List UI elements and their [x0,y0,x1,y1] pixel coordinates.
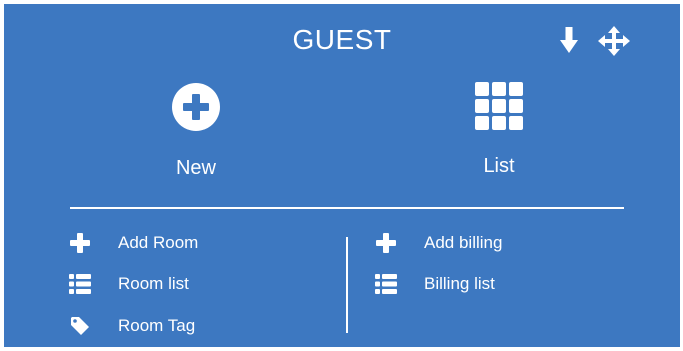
room-tag-item[interactable]: Room Tag [68,312,195,340]
list-label: List [483,155,515,177]
billing-list-label: Billing list [424,274,495,293]
room-list-label: Room list [118,274,189,293]
add-room-label: Add Room [118,233,199,252]
download-icon[interactable] [558,26,580,59]
move-icon[interactable] [598,26,630,61]
plus-icon [374,231,398,255]
room-tag-label: Room Tag [118,316,196,335]
vertical-divider [346,237,348,333]
plus-circle-icon [126,82,266,137]
tag-icon [68,314,92,338]
new-button[interactable]: New [126,82,266,182]
list-icon [374,272,398,296]
new-label: New [175,157,216,179]
billing-list-item[interactable]: Billing list [374,270,495,298]
guest-panel: GUEST New List Add Room Room list Room T… [4,4,680,347]
list-icon [68,272,92,296]
room-list-item[interactable]: Room list [68,270,189,298]
add-billing-item[interactable]: Add billing [374,229,502,257]
grid-icon [429,82,569,135]
list-button[interactable]: List [429,82,569,182]
add-room-item[interactable]: Add Room [68,229,198,257]
add-billing-label: Add billing [424,233,503,252]
horizontal-divider [70,207,624,209]
plus-icon [68,231,92,255]
